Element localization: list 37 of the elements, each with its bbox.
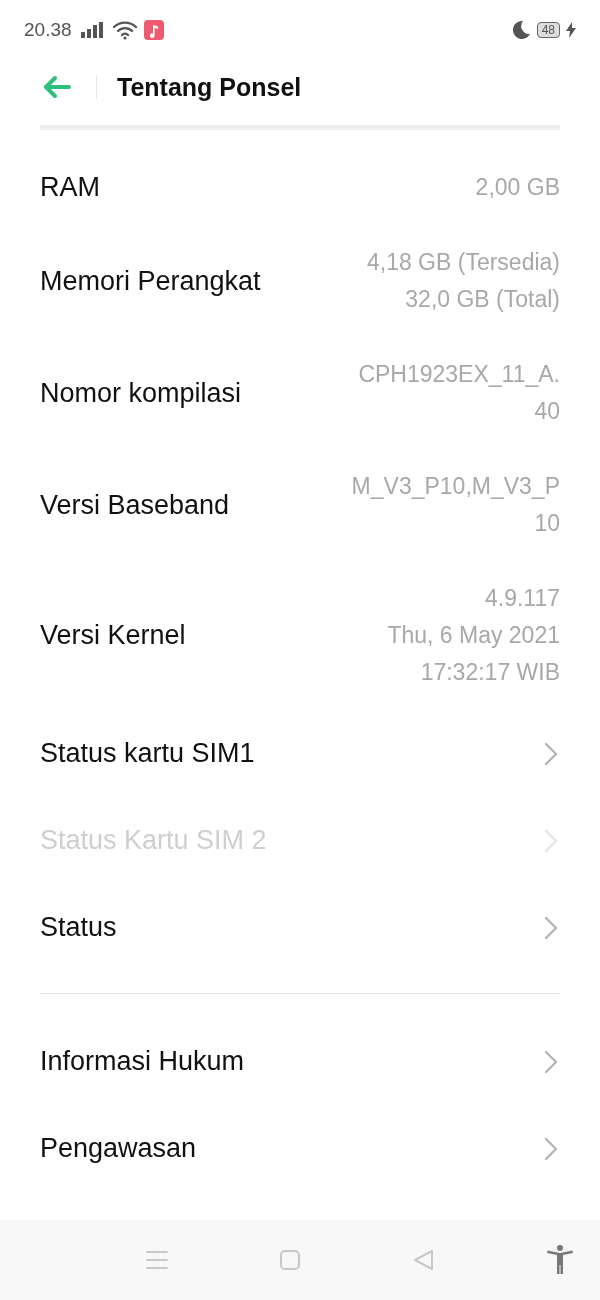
settings-item[interactable]: Status [40, 884, 560, 971]
setting-value: 4.9.117 [484, 584, 560, 613]
setting-value: 4,18 GB (Tersedia) [366, 248, 560, 277]
setting-label: Versi Baseband [40, 489, 230, 521]
page-title: Tentang Ponsel [117, 72, 302, 102]
setting-value: 40 [534, 397, 560, 426]
chevron-right-icon [544, 741, 558, 766]
chevron-right-icon [544, 828, 558, 853]
home-square-icon[interactable] [279, 1249, 302, 1271]
status-time: 20.38 [24, 19, 72, 41]
back-triangle-icon[interactable] [411, 1248, 436, 1272]
wifi-icon [111, 20, 138, 40]
moon-icon [510, 20, 531, 40]
setting-value: 2,00 GB [475, 173, 560, 202]
settings-item[interactable]: Status kartu SIM1 [40, 710, 560, 797]
setting-label: Memori Perangkat [40, 265, 261, 297]
battery-indicator: 48 [536, 22, 560, 38]
signal-icon [79, 21, 106, 39]
setting-value: CPH1923EX_11_A. [358, 360, 560, 389]
settings-item[interactable]: Pengawasan [40, 1105, 560, 1192]
menu-icon[interactable] [145, 1250, 169, 1270]
charging-bolt-icon [566, 22, 576, 38]
setting-value: M_V3_P10,M_V3_P [351, 472, 560, 501]
setting-value: 32,0 GB (Total) [405, 285, 560, 314]
setting-label: Nomor kompilasi [40, 377, 242, 409]
accessibility-icon[interactable] [546, 1245, 574, 1275]
chevron-right-icon [544, 915, 558, 940]
settings-item[interactable]: Informasi Hukum [40, 1018, 560, 1105]
chevron-right-icon [544, 1049, 558, 1074]
music-note-icon [143, 20, 164, 40]
setting-value: 10 [534, 509, 560, 538]
setting-value: 17:32:17 WIB [420, 658, 560, 687]
setting-value: Thu, 6 May 2021 [387, 621, 560, 650]
back-arrow-icon[interactable] [42, 75, 72, 99]
setting-label: RAM [40, 172, 100, 203]
setting-label: Versi Kernel [40, 620, 186, 651]
chevron-right-icon [544, 1136, 558, 1161]
